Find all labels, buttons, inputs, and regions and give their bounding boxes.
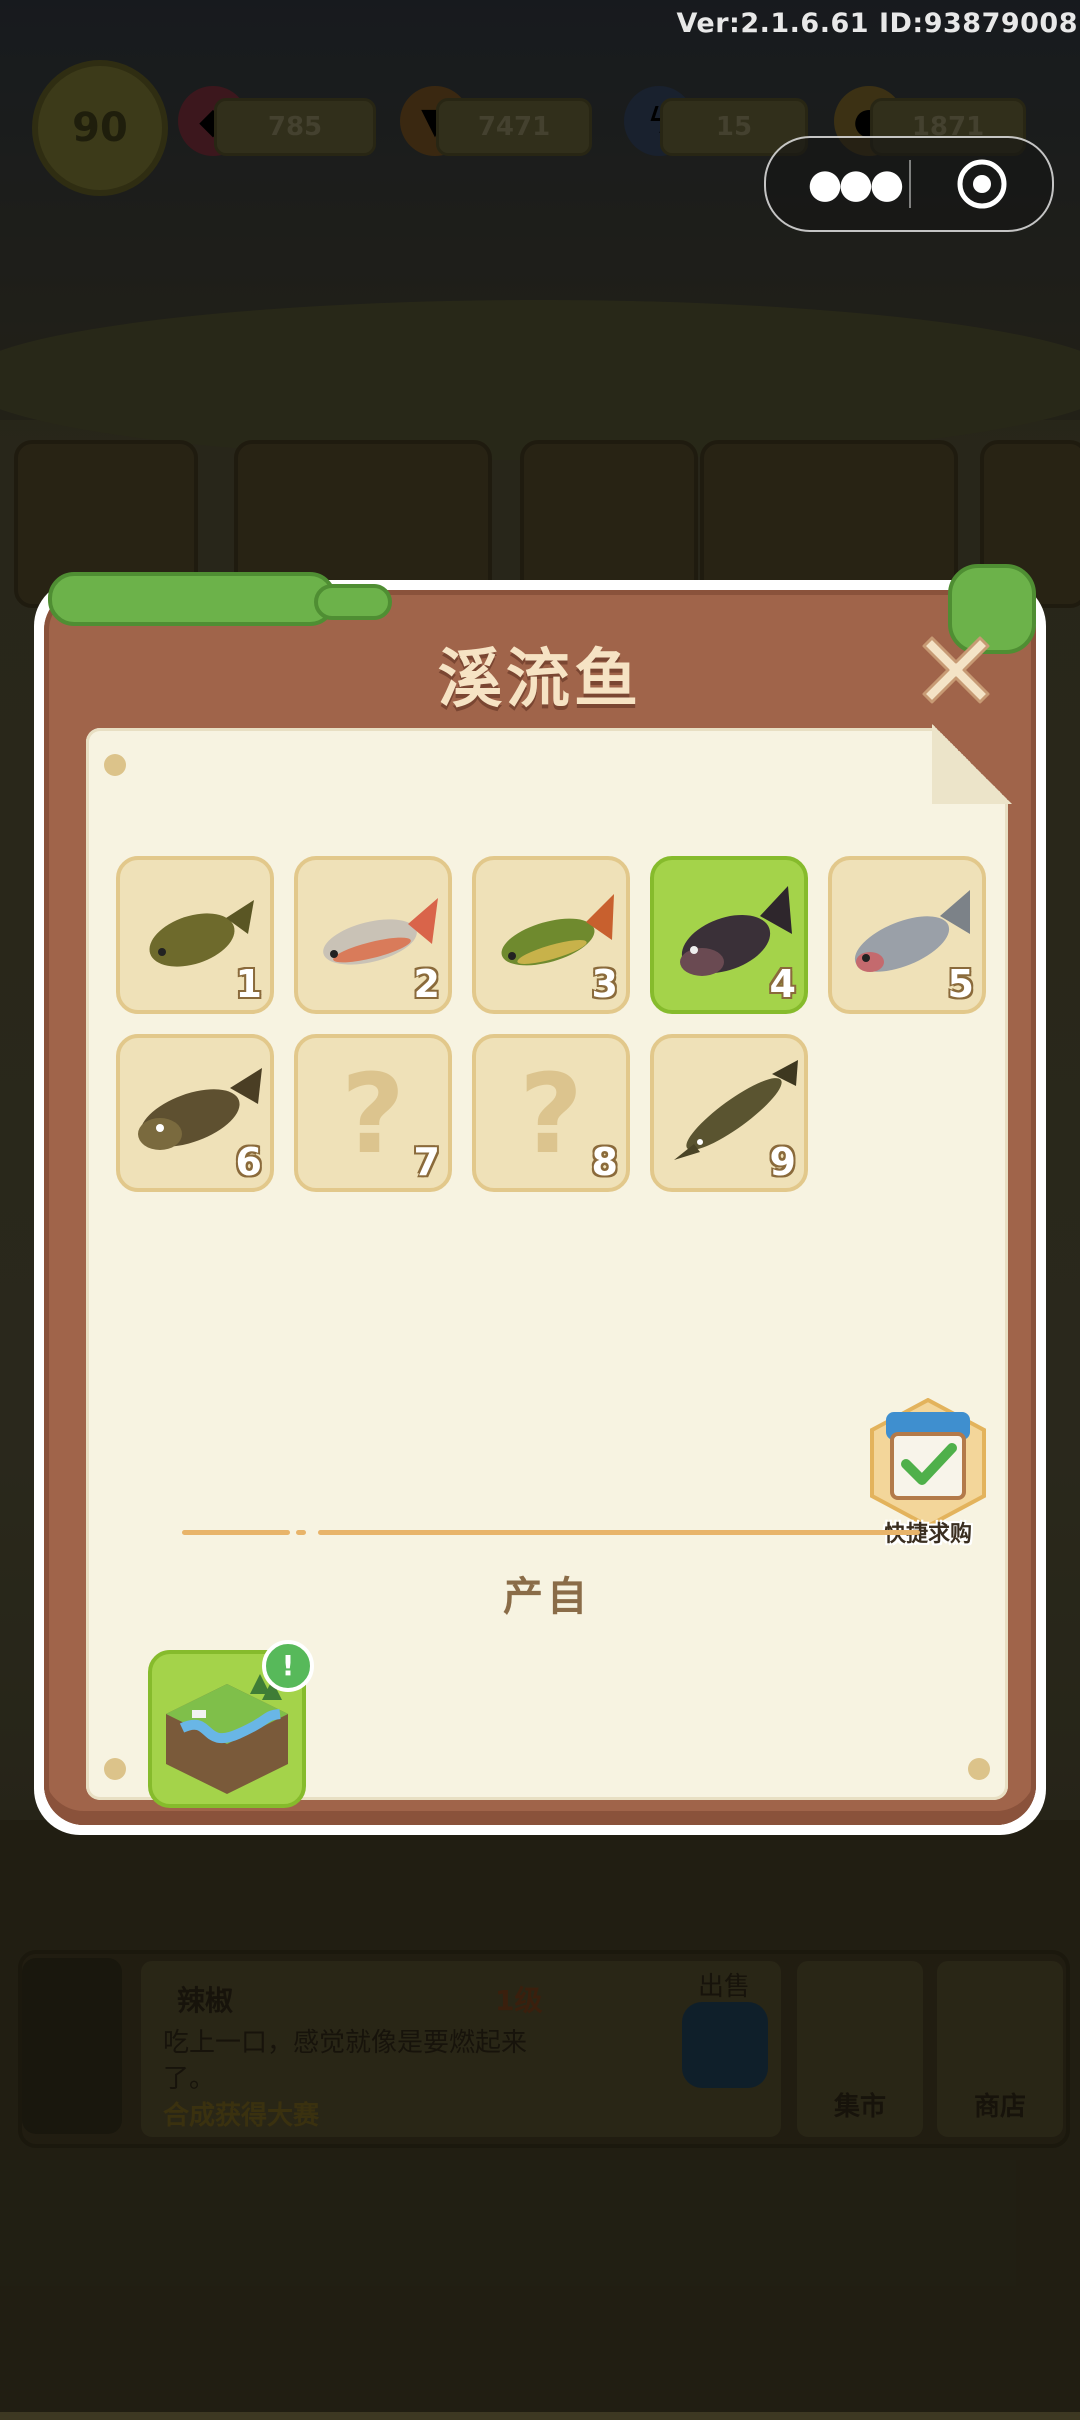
item-number: 8	[591, 1140, 618, 1184]
fish-item-9[interactable]: 9	[650, 1034, 808, 1192]
item-number: 3	[591, 962, 618, 1006]
fish-item-3[interactable]: 3	[472, 856, 630, 1014]
grass-decoration	[314, 584, 392, 620]
paper-pin	[104, 1758, 126, 1780]
quick-buy-icon	[870, 1397, 986, 1529]
section-divider	[182, 1530, 920, 1536]
grass-decoration	[48, 572, 336, 626]
fish-item-1[interactable]: 1	[116, 856, 274, 1014]
fish-item-6[interactable]: 6	[116, 1034, 274, 1192]
item-number: 4	[769, 962, 796, 1006]
more-dots-icon[interactable]: ●●●	[806, 138, 905, 230]
locked-item-7[interactable]: ? 7	[294, 1034, 452, 1192]
version-text: Ver:2.1.6.61 ID:93879008	[676, 8, 1078, 39]
item-collection-modal: 溪流鱼 1 2 3 4 5 6 ? 7 ? 8 9 快捷求购 产自 !	[34, 564, 1046, 1835]
item-number: 9	[769, 1140, 796, 1184]
modal-paper-panel: 1 2 3 4 5 6 ? 7 ? 8 9 快捷求购 产自 !	[86, 724, 1012, 1808]
item-number: 2	[413, 962, 440, 1006]
fish-item-2[interactable]: 2	[294, 856, 452, 1014]
item-number: 7	[413, 1140, 440, 1184]
paper-corner-fold	[932, 724, 1012, 804]
miniprogram-capsule: ●●●	[764, 136, 1054, 232]
target-close-icon[interactable]	[956, 158, 1008, 210]
modal-wood-frame: 溪流鱼 1 2 3 4 5 6 ? 7 ? 8 9 快捷求购 产自 !	[44, 564, 1036, 1825]
quick-buy-button[interactable]: 快捷求购	[866, 1397, 990, 1548]
item-number: 6	[235, 1140, 262, 1184]
paper-pin	[968, 1758, 990, 1780]
capsule-separator	[909, 160, 911, 208]
locked-item-8[interactable]: ? 8	[472, 1034, 630, 1192]
item-number: 5	[947, 962, 974, 1006]
fish-item-5[interactable]: 5	[828, 856, 986, 1014]
modal-title: 溪流鱼	[438, 643, 642, 717]
item-number: 1	[235, 962, 262, 1006]
close-x-icon[interactable]	[916, 630, 996, 710]
fish-item-4[interactable]: 4	[650, 856, 808, 1014]
source-stream-tile[interactable]: !	[148, 1640, 314, 1808]
source-title: 产自	[503, 1574, 591, 1620]
paper-pin	[104, 754, 126, 776]
alert-badge: !	[262, 1640, 314, 1692]
